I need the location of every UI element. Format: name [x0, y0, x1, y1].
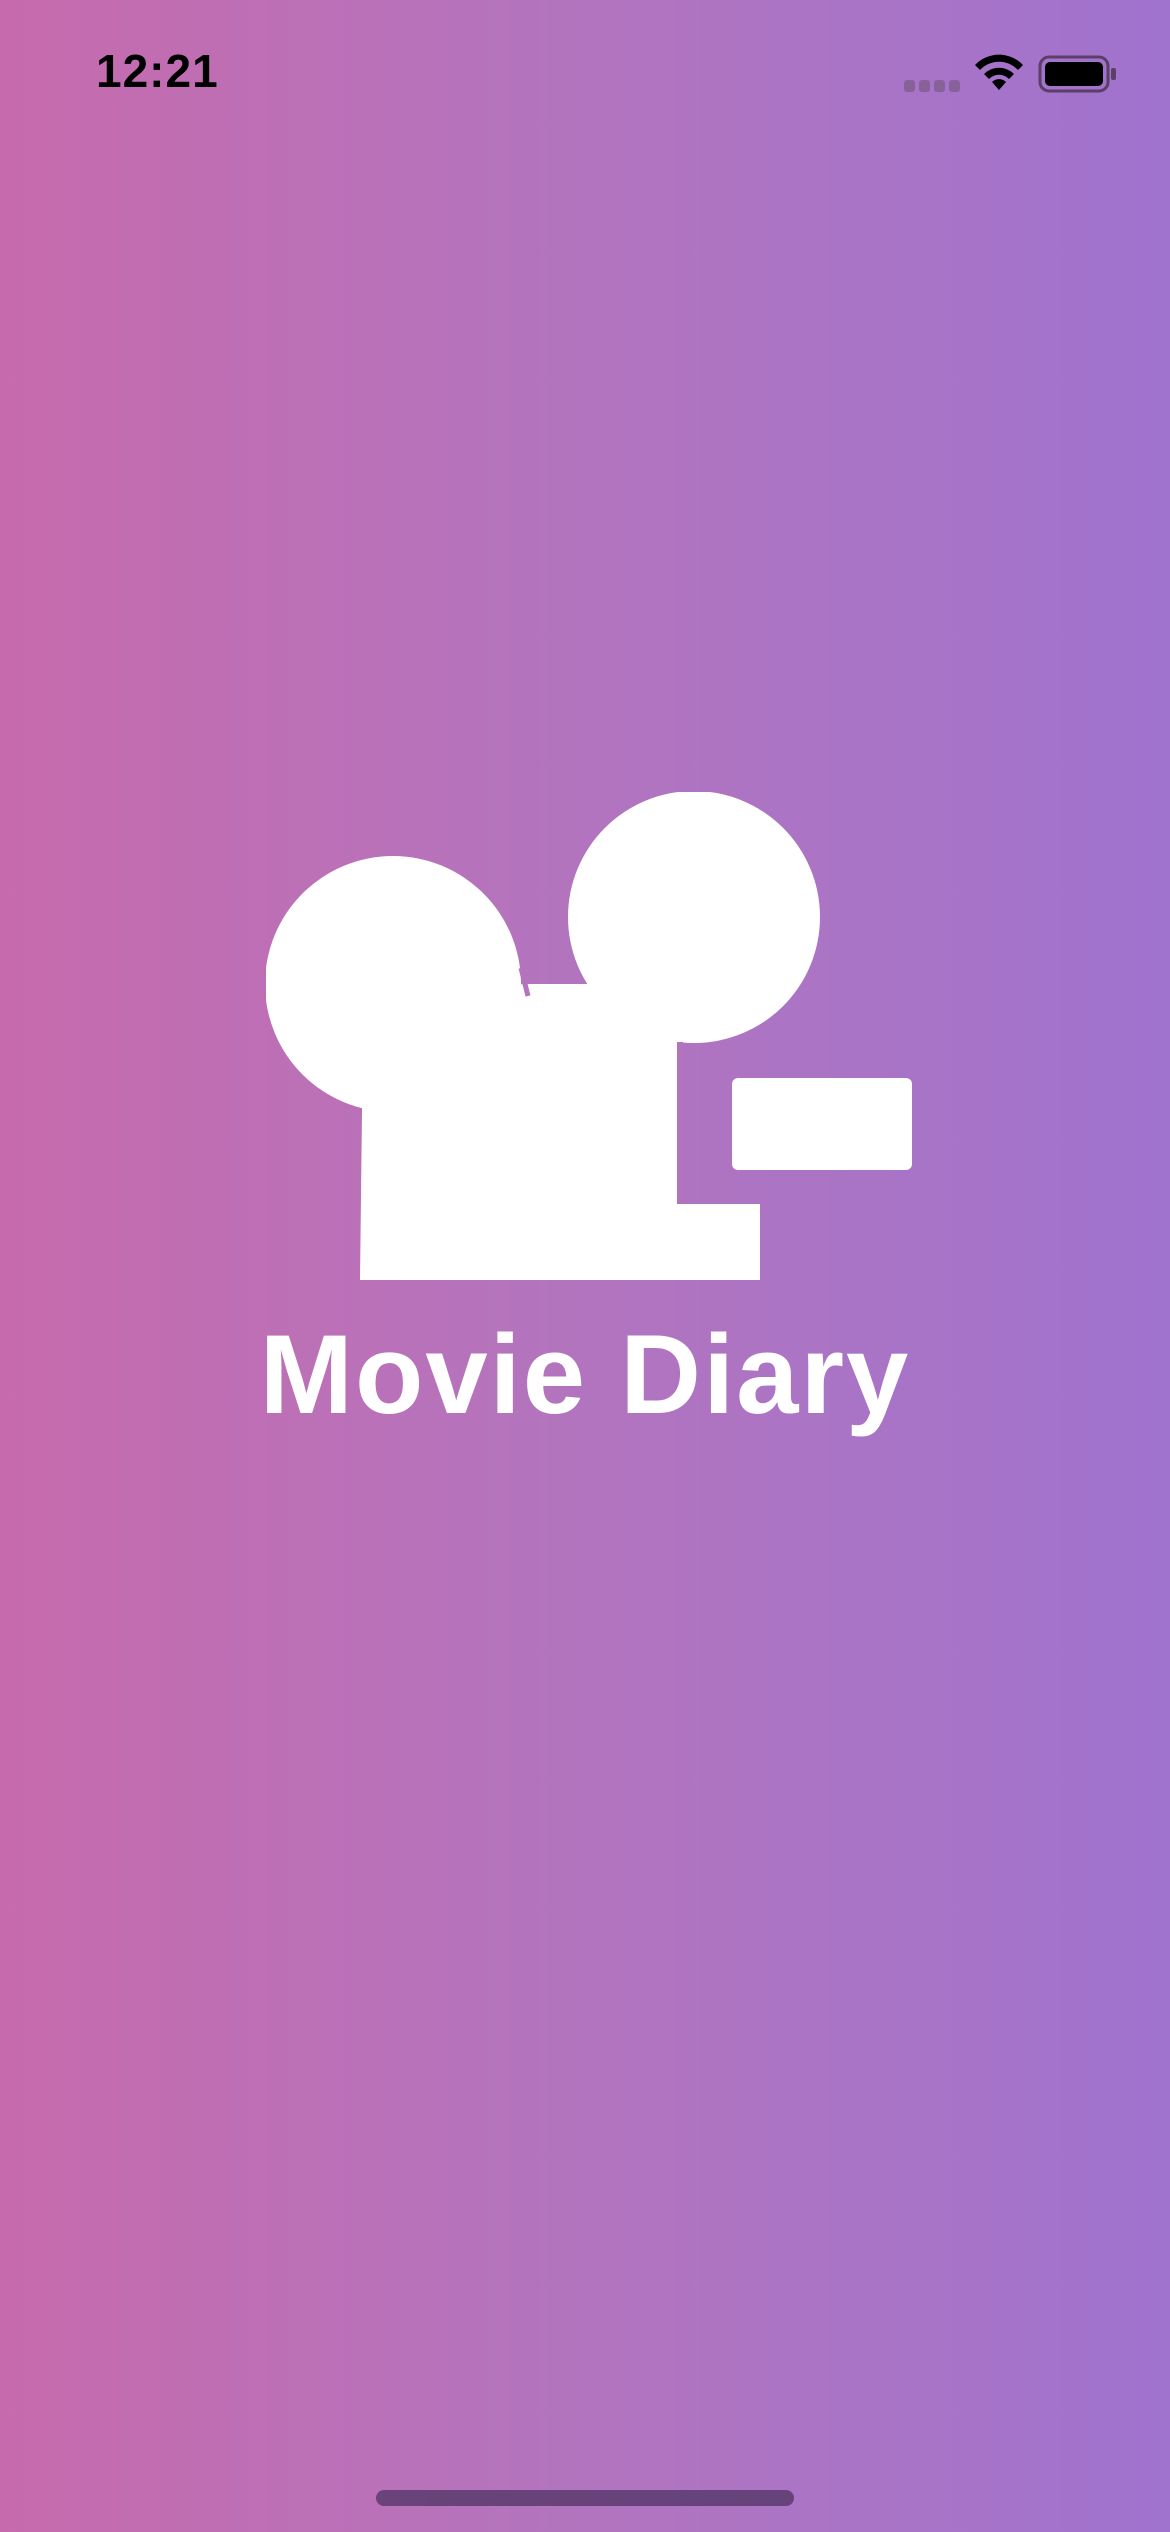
cellular-signal-icon	[904, 80, 960, 92]
status-bar: 12:21	[0, 0, 1170, 140]
battery-icon	[1038, 55, 1116, 93]
home-indicator[interactable]	[376, 2490, 794, 2506]
movie-camera-icon	[266, 792, 912, 1280]
app-title: Movie Diary	[259, 1312, 911, 1437]
status-time: 12:21	[96, 45, 219, 97]
wifi-icon	[975, 54, 1023, 90]
